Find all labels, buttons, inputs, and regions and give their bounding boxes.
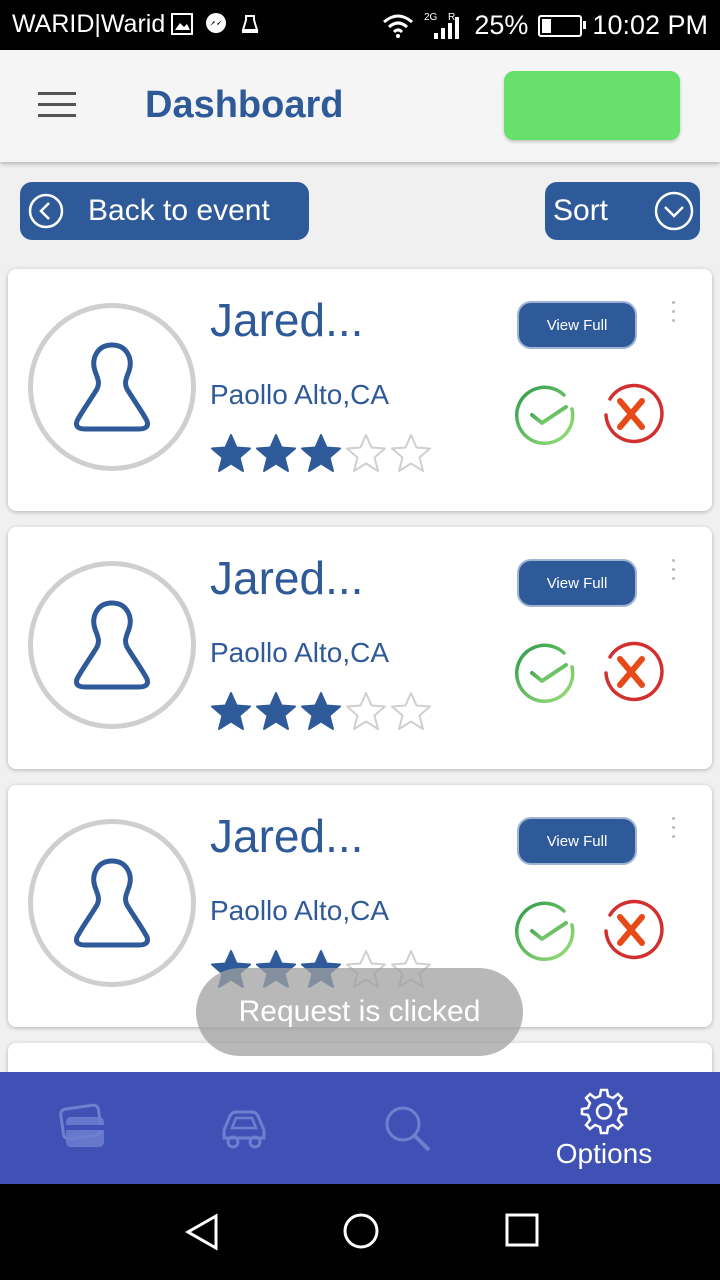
search-icon <box>385 1106 431 1152</box>
star-filled-icon <box>256 692 296 730</box>
request-location: Paollo Alto,CA <box>210 637 389 668</box>
more-vert-icon[interactable] <box>672 301 678 328</box>
image-icon <box>171 13 193 35</box>
star-filled-icon <box>301 434 341 472</box>
chevron-down-circle-icon <box>654 191 694 231</box>
app-bar: Dashboard <box>0 50 720 162</box>
avatar <box>28 561 196 729</box>
star-empty-icon <box>346 434 386 472</box>
battery-icon <box>538 14 587 37</box>
back-to-event-label: Back to event <box>88 194 270 227</box>
star-rating <box>208 689 433 735</box>
accept-check-icon[interactable] <box>514 899 578 963</box>
request-location: Paollo Alto,CA <box>210 895 389 926</box>
request-name: Jared... <box>210 294 364 346</box>
more-vert-icon[interactable] <box>672 817 678 844</box>
car-icon <box>222 1110 266 1149</box>
star-empty-icon <box>346 692 386 730</box>
recents-square-icon[interactable] <box>504 1212 540 1248</box>
view-full-button[interactable]: View Full <box>517 817 637 865</box>
back-triangle-icon[interactable] <box>182 1212 222 1252</box>
accept-check-icon[interactable] <box>514 641 578 705</box>
svg-text:2G: 2G <box>424 12 438 23</box>
request-name: Jared... <box>210 810 364 862</box>
star-filled-icon <box>301 692 341 730</box>
more-vert-icon[interactable] <box>672 559 678 586</box>
star-filled-icon <box>256 434 296 472</box>
carrier-name: WARID|Warid <box>12 10 166 38</box>
avatar <box>28 303 196 471</box>
system-navigation-bar <box>0 1184 720 1280</box>
hamburger-icon[interactable] <box>38 92 76 118</box>
request-card[interactable]: Jared... Paollo Alto,CA View Full <box>8 269 712 511</box>
nav-item-cards[interactable] <box>50 1072 114 1184</box>
gear-icon <box>580 1088 628 1135</box>
battery-percent: 25% <box>474 10 529 40</box>
nav-item-car[interactable] <box>216 1072 272 1184</box>
reject-x-icon[interactable] <box>598 639 664 705</box>
star-empty-icon <box>391 434 431 472</box>
star-rating <box>208 431 433 477</box>
wifi-icon <box>383 14 414 38</box>
nav-item-search[interactable] <box>378 1072 436 1184</box>
user-icon <box>74 342 150 432</box>
home-circle-icon[interactable] <box>342 1212 380 1250</box>
page-title: Dashboard <box>145 84 344 126</box>
notification-icon <box>241 15 259 33</box>
star-filled-icon <box>211 434 251 472</box>
user-icon <box>74 600 150 690</box>
star-empty-icon <box>391 692 431 730</box>
reject-x-icon[interactable] <box>598 381 664 447</box>
sort-button[interactable]: Sort <box>545 182 700 240</box>
accent-button[interactable] <box>504 71 680 140</box>
back-to-event-button[interactable]: Back to event <box>20 182 309 240</box>
cards-icon <box>59 1103 104 1147</box>
clock: 10:02 PM <box>592 10 708 40</box>
toast-message: Request is clicked <box>196 968 523 1056</box>
sort-label: Sort <box>553 194 609 227</box>
svg-text:R: R <box>448 12 455 23</box>
request-name: Jared... <box>210 552 364 604</box>
star-filled-icon <box>211 692 251 730</box>
messenger-icon <box>206 13 226 33</box>
request-card[interactable]: Jared... Paollo Alto,CA View Full <box>8 527 712 769</box>
view-full-button[interactable]: View Full <box>517 301 637 349</box>
status-bar: WARID|Warid 2G R 25% 10:02 PM <box>0 0 720 50</box>
chevron-left-circle-icon <box>28 193 64 229</box>
signal-icon: 2G R <box>424 12 460 39</box>
bottom-navigation: Options <box>0 1072 720 1184</box>
user-icon <box>74 858 150 948</box>
nav-item-options[interactable]: Options <box>540 1072 668 1184</box>
accept-check-icon[interactable] <box>514 383 578 447</box>
reject-x-icon[interactable] <box>598 897 664 963</box>
nav-label-options: Options <box>555 1138 653 1169</box>
request-location: Paollo Alto,CA <box>210 379 389 410</box>
avatar <box>28 819 196 987</box>
view-full-button[interactable]: View Full <box>517 559 637 607</box>
